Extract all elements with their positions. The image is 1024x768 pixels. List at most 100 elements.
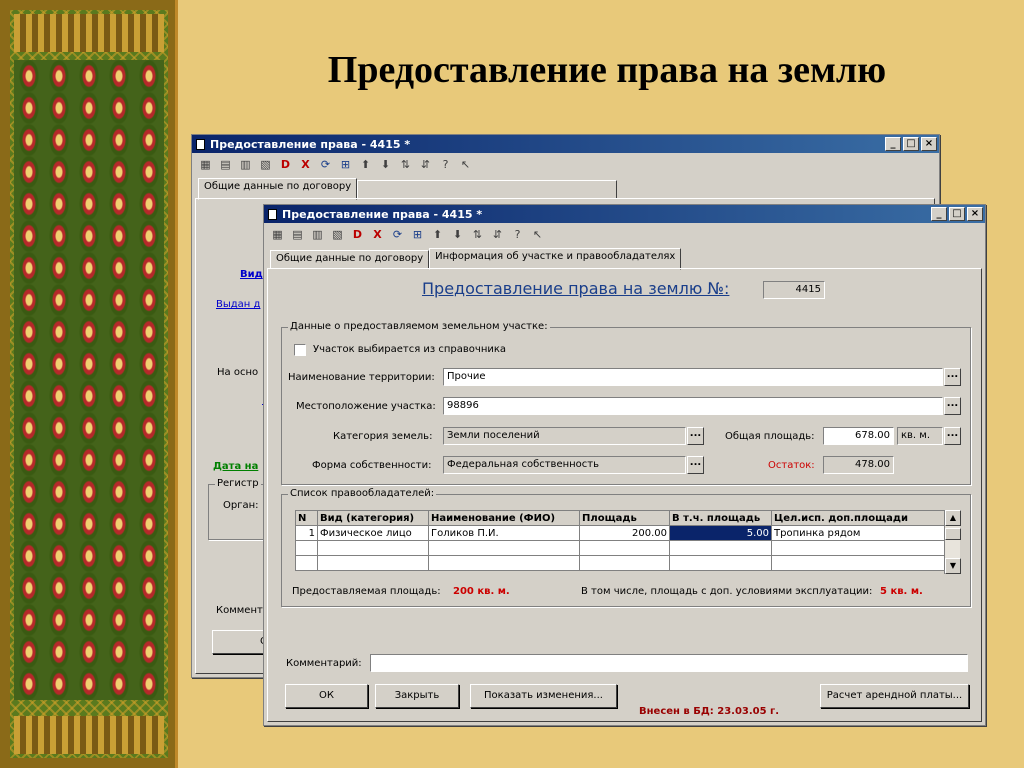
empty-cell[interactable] (669, 540, 772, 556)
territory-browse-button[interactable]: ... (944, 368, 961, 386)
arrow-up-icon[interactable]: ⬆ (358, 158, 373, 172)
table-icon[interactable]: ▦ (270, 228, 285, 242)
empty-cell[interactable] (771, 555, 945, 571)
cell-area[interactable]: 200.00 (579, 525, 670, 541)
owners-table[interactable]: N Вид (категория) Наименование (ФИО) Пло… (295, 510, 945, 571)
back-tab-general[interactable]: Общие данные по договору (198, 178, 358, 200)
context-help-icon[interactable]: ↖ (458, 158, 473, 172)
pattern-bottom-band (14, 716, 164, 754)
cell-purpose[interactable]: Тропинка рядом (771, 525, 945, 541)
maximize-button[interactable]: □ (903, 137, 919, 151)
delete-x-icon[interactable]: X (298, 158, 313, 172)
col-header[interactable]: В т.ч. площадь (669, 510, 772, 526)
cell-extra-area[interactable]: 5.00 (669, 525, 772, 541)
table-add-icon[interactable]: ▤ (218, 158, 233, 172)
empty-cell[interactable] (295, 540, 318, 556)
scroll-up-icon[interactable]: ▲ (945, 510, 961, 526)
table-icon[interactable]: ▦ (198, 158, 213, 172)
filter-icon[interactable]: ⊞ (338, 158, 353, 172)
comment-field[interactable] (370, 654, 968, 672)
table-copy-icon[interactable]: ▧ (258, 158, 273, 172)
close-form-button[interactable]: Закрыть (375, 684, 459, 708)
category-field[interactable]: Земли поселений (443, 427, 686, 445)
rent-calc-button[interactable]: Расчет арендной платы... (820, 684, 969, 708)
empty-cell[interactable] (317, 555, 429, 571)
col-header[interactable]: Цел.исп. доп.площади (771, 510, 945, 526)
arrow-down-icon[interactable]: ⬇ (378, 158, 393, 172)
table-add-icon[interactable]: ▤ (290, 228, 305, 242)
table-row[interactable] (295, 555, 945, 571)
remainder-field[interactable]: 478.00 (823, 456, 894, 474)
empty-cell[interactable] (295, 555, 318, 571)
back-vydan-link[interactable]: Выдан д (216, 299, 260, 310)
land-group-caption: Данные о предоставляемом земельном участ… (288, 321, 550, 332)
empty-cell[interactable] (771, 540, 945, 556)
location-browse-button[interactable]: ... (944, 397, 961, 415)
sort-asc-icon[interactable]: ⇅ (470, 228, 485, 242)
col-header[interactable]: N (295, 510, 318, 526)
table-edit-icon[interactable]: ▥ (310, 228, 325, 242)
back-tab-info[interactable] (357, 180, 618, 199)
empty-cell[interactable] (317, 540, 429, 556)
col-header[interactable]: Площадь (579, 510, 670, 526)
area-unit-browse-button[interactable]: ... (944, 427, 961, 445)
ownership-browse-button[interactable]: ... (687, 456, 704, 474)
minimize-button[interactable]: _ (885, 137, 901, 151)
tab-land-info[interactable]: Информация об участке и правообладателях (429, 248, 682, 270)
filter-icon[interactable]: ⊞ (410, 228, 425, 242)
land-checkbox[interactable] (294, 344, 306, 356)
cell-n[interactable]: 1 (295, 525, 318, 541)
remainder-label: Остаток: (768, 460, 815, 471)
ownership-field[interactable]: Федеральная собственность (443, 456, 686, 474)
area-field[interactable]: 678.00 (823, 427, 894, 445)
delete-doc-icon[interactable]: D (278, 158, 293, 172)
help-icon[interactable]: ? (510, 228, 525, 242)
table-copy-icon[interactable]: ▧ (330, 228, 345, 242)
col-header[interactable]: Вид (категория) (317, 510, 429, 526)
empty-cell[interactable] (579, 540, 670, 556)
back-vid-link[interactable]: Вид (240, 269, 263, 280)
empty-cell[interactable] (669, 555, 772, 571)
back-tabs: Общие данные по договору (192, 177, 939, 200)
sort-desc-icon[interactable]: ⇵ (490, 228, 505, 242)
location-field[interactable]: 98896 (443, 397, 943, 415)
contract-number-field[interactable]: 4415 (763, 281, 825, 299)
land-checkbox-label: Участок выбирается из справочника (313, 344, 507, 355)
document-icon (196, 138, 205, 150)
cell-category[interactable]: Физическое лицо (317, 525, 429, 541)
back-na-osn-label: На осно (217, 367, 259, 378)
sort-asc-icon[interactable]: ⇅ (398, 158, 413, 172)
close-button[interactable]: × (921, 137, 937, 151)
scroll-down-icon[interactable]: ▼ (945, 558, 961, 574)
territory-field[interactable]: Прочие (443, 368, 943, 386)
empty-cell[interactable] (428, 540, 580, 556)
delete-doc-icon[interactable]: D (350, 228, 365, 242)
maximize-button[interactable]: □ (949, 207, 965, 221)
arrow-down-icon[interactable]: ⬇ (450, 228, 465, 242)
refresh-icon[interactable]: ⟳ (390, 228, 405, 242)
refresh-icon[interactable]: ⟳ (318, 158, 333, 172)
area-unit-field[interactable]: кв. м. (897, 427, 943, 445)
table-row[interactable] (295, 540, 945, 556)
close-button[interactable]: × (967, 207, 983, 221)
owners-scrollbar[interactable]: ▲ ▼ (944, 510, 961, 574)
col-header[interactable]: Наименование (ФИО) (428, 510, 580, 526)
help-icon[interactable]: ? (438, 158, 453, 172)
tab-general[interactable]: Общие данные по договору (270, 250, 430, 269)
show-changes-button[interactable]: Показать изменения... (470, 684, 617, 708)
arrow-up-icon[interactable]: ⬆ (430, 228, 445, 242)
empty-cell[interactable] (428, 555, 580, 571)
back-data-na-label: Дата на (213, 461, 259, 472)
scroll-thumb[interactable] (945, 528, 961, 540)
context-help-icon[interactable]: ↖ (530, 228, 545, 242)
category-browse-button[interactable]: ... (687, 427, 704, 445)
table-row[interactable]: 1 Физическое лицо Голиков П.И. 200.00 5.… (295, 525, 945, 541)
ok-button[interactable]: ОК (285, 684, 368, 708)
delete-x-icon[interactable]: X (370, 228, 385, 242)
provided-area-label: Предоставляемая площадь: (292, 586, 441, 597)
empty-cell[interactable] (579, 555, 670, 571)
table-edit-icon[interactable]: ▥ (238, 158, 253, 172)
minimize-button[interactable]: _ (931, 207, 947, 221)
cell-name[interactable]: Голиков П.И. (428, 525, 580, 541)
sort-desc-icon[interactable]: ⇵ (418, 158, 433, 172)
